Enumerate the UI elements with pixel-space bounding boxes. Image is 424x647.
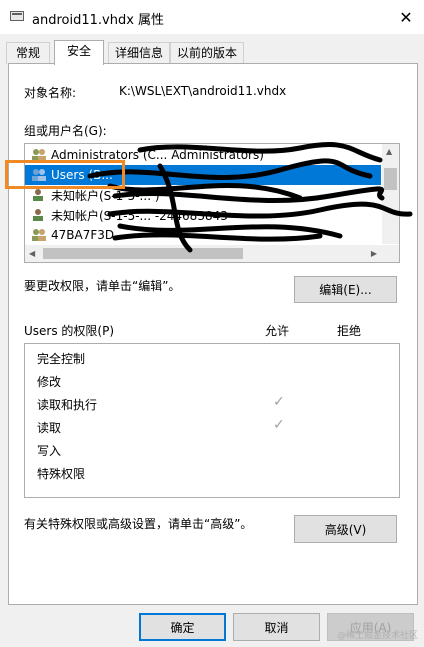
cancel-button[interactable]: 取消 [233, 613, 320, 641]
scroll-thumb[interactable] [43, 248, 243, 259]
edit-button[interactable]: 编辑(E)... [294, 276, 397, 303]
list-item-label: 未知帐户(S-1-5-... ) [51, 188, 160, 203]
advanced-button[interactable]: 高级(V) [294, 515, 397, 543]
check-icon: ✓ [273, 417, 285, 433]
unknown-user-icon [33, 209, 43, 221]
scroll-left-icon[interactable]: ◀ [29, 249, 35, 258]
permission-row: 读取和执行 [37, 398, 98, 412]
ok-button[interactable]: 确定 [139, 613, 226, 641]
title-bar: android11.vhdx 属性 ✕ [0, 0, 424, 34]
allow-column-header: 允许 [265, 324, 290, 338]
groups-label: 组或用户名(G): [24, 124, 107, 138]
tab-previous-versions[interactable]: 以前的版本 [170, 42, 244, 64]
deny-column-header: 拒绝 [337, 324, 362, 338]
horizontal-scrollbar[interactable]: ◀ ▶ [25, 245, 399, 262]
permission-row: 读取 [37, 421, 62, 435]
file-icon [10, 11, 24, 21]
edit-hint: 要更改权限，请单击“编辑”。 [24, 279, 181, 293]
close-icon: ✕ [399, 7, 413, 27]
permissions-header: Users 的权限(P) [24, 324, 115, 338]
tab-details[interactable]: 详细信息 [108, 42, 170, 64]
scroll-right-icon[interactable]: ▶ [371, 249, 377, 258]
list-item[interactable]: 未知帐户(S-1-5-... -244683843 [25, 205, 381, 225]
list-item-label: 47BA7F3D... [51, 228, 126, 242]
vertical-scrollbar[interactable]: ▲ [382, 144, 399, 244]
list-item[interactable]: 47BA7F3D... [25, 225, 381, 245]
watermark: @稀土掘金技术社区 [336, 631, 418, 641]
list-item-label: 未知帐户(S-1-5-... -244683843 [51, 208, 228, 223]
permission-row: 写入 [37, 444, 62, 458]
object-name-label: 对象名称: [24, 86, 77, 100]
permission-row: 修改 [37, 375, 62, 389]
permission-row: 特殊权限 [37, 467, 86, 481]
scroll-thumb[interactable] [384, 168, 397, 190]
close-button[interactable]: ✕ [388, 0, 424, 34]
scroll-up-icon[interactable]: ▲ [386, 147, 392, 156]
tab-general[interactable]: 常规 [6, 42, 50, 64]
users-group-icon [32, 229, 46, 241]
window-title: android11.vhdx 属性 [32, 13, 165, 28]
unknown-user-icon [33, 189, 43, 201]
check-icon: ✓ [273, 394, 285, 410]
tab-security[interactable]: 安全 [54, 40, 104, 65]
object-name-value: K:\WSL\EXT\android11.vhdx [119, 84, 287, 98]
advanced-hint: 有关特殊权限或高级设置，请单击“高级”。 [24, 517, 253, 531]
annotation-highlight-box [5, 160, 125, 189]
permissions-list: 完全控制 修改 读取和执行 读取 写入 特殊权限 ✓ ✓ [24, 343, 400, 498]
permission-row: 完全控制 [37, 352, 86, 366]
